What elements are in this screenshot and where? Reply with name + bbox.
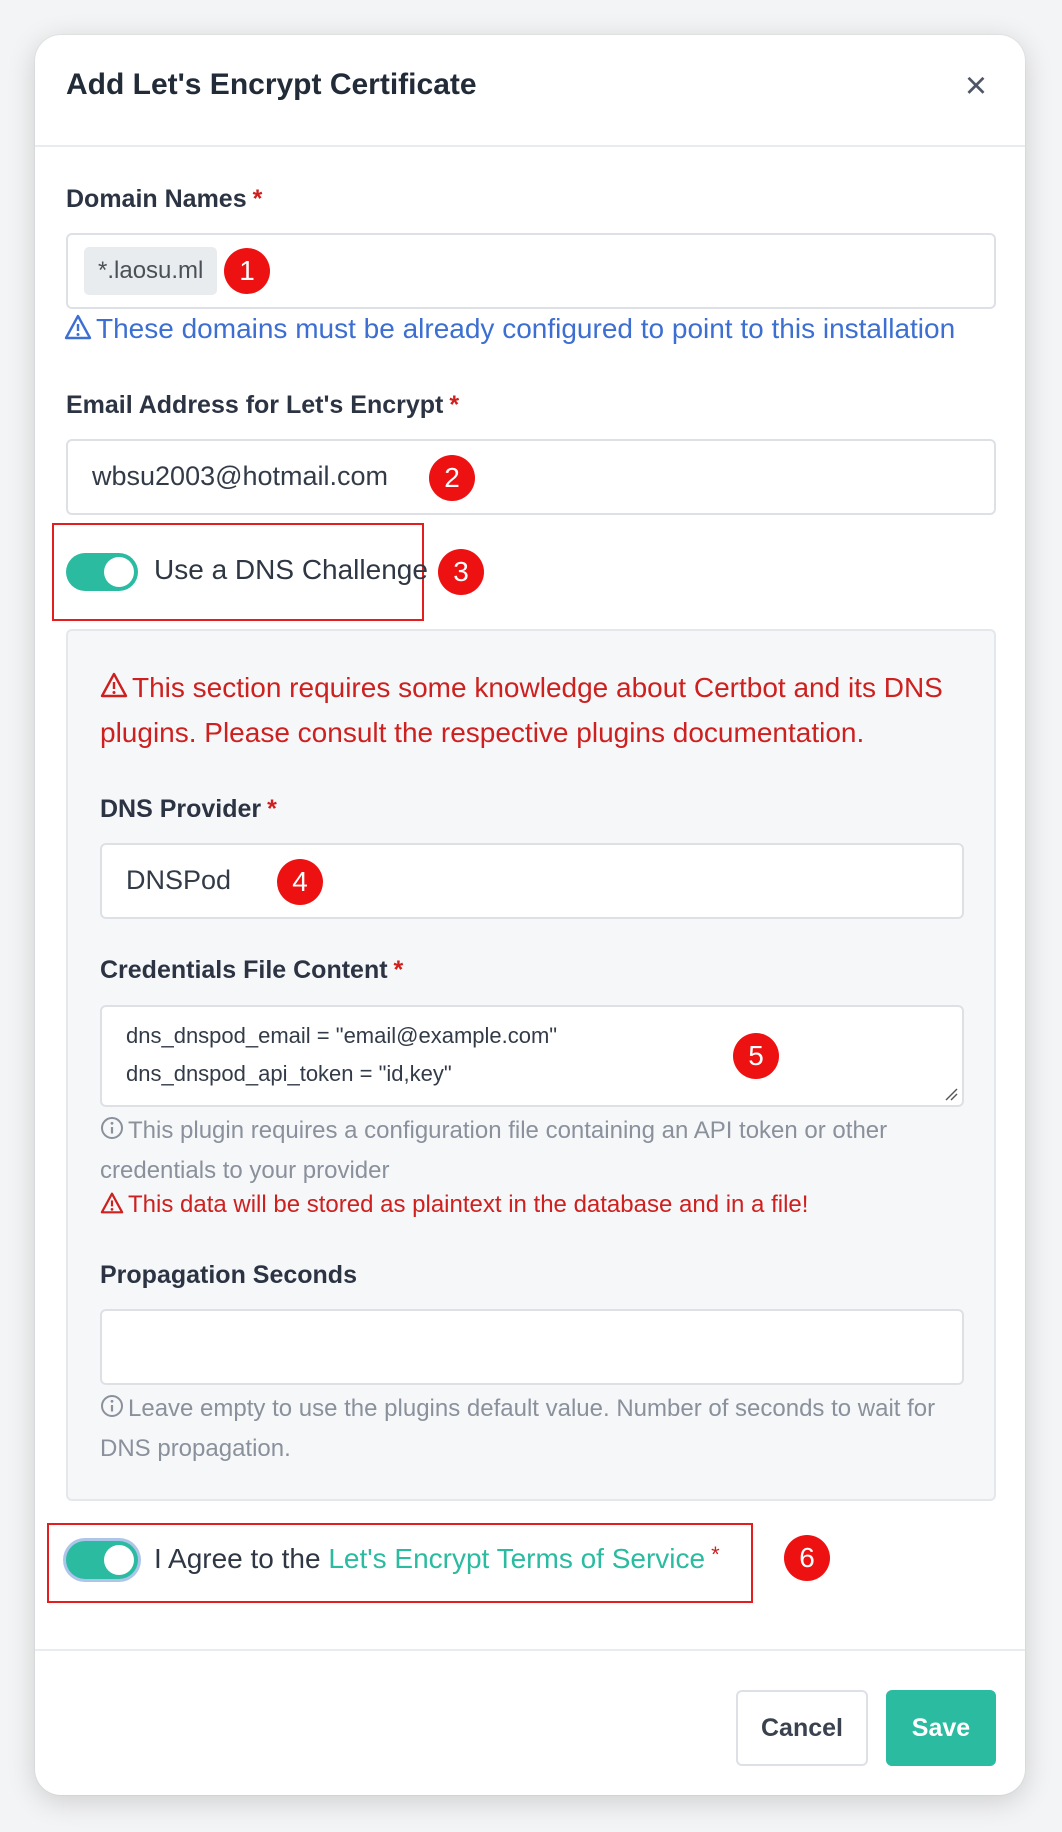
toggle-knob [104, 1545, 134, 1575]
domain-names-label-text: Domain Names [66, 185, 247, 213]
credentials-warning: This data will be stored as plaintext in… [100, 1191, 808, 1219]
required-marker: * [393, 956, 404, 984]
warning-triangle-icon [100, 1192, 124, 1214]
propagation-label: Propagation Seconds [100, 1261, 357, 1289]
required-marker: * [711, 1542, 720, 1567]
required-marker: * [449, 391, 460, 419]
info-circle-icon [100, 1116, 124, 1140]
dns-provider-value: DNSPod [126, 865, 232, 895]
propagation-seconds-input[interactable] [100, 1309, 964, 1385]
annotation-marker-4: 4 [277, 859, 323, 905]
domain-chip[interactable]: *.laosu.ml [84, 247, 218, 295]
warning-triangle-icon [100, 672, 128, 698]
credentials-help: This plugin requires a configuration fil… [100, 1111, 964, 1191]
credentials-label-text: Credentials File Content [100, 956, 388, 984]
domain-names-label: Domain Names * [66, 185, 262, 214]
email-value: wbsu2003@hotmail.com [92, 461, 389, 491]
annotation-marker-2: 2 [429, 455, 475, 501]
footer-divider [35, 1649, 1025, 1651]
email-label-text: Email Address for Let's Encrypt [66, 391, 444, 419]
email-label: Email Address for Let's Encrypt * [66, 391, 459, 420]
annotation-marker-1: 1 [224, 248, 270, 294]
agree-prefix: I Agree to the [154, 1543, 321, 1574]
annotation-marker-3: 3 [438, 549, 484, 595]
annotation-marker-5: 5 [733, 1033, 779, 1079]
dns-challenge-label: Use a DNS Challenge [154, 554, 428, 585]
warning-triangle-icon [64, 314, 92, 340]
toggle-knob [104, 557, 134, 587]
modal-title: Add Let's Encrypt Certificate [66, 68, 477, 101]
cancel-button[interactable]: Cancel [736, 1690, 868, 1766]
certificate-modal: Add Let's Encrypt Certificate × Domain N… [35, 35, 1025, 1795]
credentials-line-2: dns_dnspod_api_token = "id,key" [126, 1061, 452, 1086]
domain-names-input[interactable]: *.laosu.ml [66, 233, 996, 309]
resize-grip-icon[interactable] [944, 1087, 958, 1101]
dns-provider-label: DNS Provider * [100, 795, 277, 824]
domain-hint: These domains must be already configured… [64, 313, 955, 345]
credentials-label: Credentials File Content * [100, 956, 403, 985]
close-icon[interactable]: × [957, 67, 995, 107]
credentials-help-text: This plugin requires a configuration fil… [100, 1117, 888, 1184]
agree-label: I Agree to the Let's Encrypt Terms of Se… [154, 1542, 720, 1575]
propagation-help: Leave empty to use the plugins default v… [100, 1389, 964, 1469]
required-marker: * [252, 185, 263, 213]
dns-section-warning: This section requires some knowledge abo… [100, 665, 970, 755]
credentials-textarea[interactable]: dns_dnspod_email = "email@example.com" d… [100, 1005, 964, 1107]
credentials-warning-text: This data will be stored as plaintext in… [128, 1191, 809, 1218]
dns-challenge-section: This section requires some knowledge abo… [66, 629, 996, 1501]
required-marker: * [267, 795, 277, 823]
agree-terms-toggle[interactable] [66, 1541, 138, 1579]
save-button[interactable]: Save [886, 1690, 996, 1766]
domain-hint-text: These domains must be already configured… [96, 313, 956, 344]
dns-challenge-toggle[interactable] [66, 553, 138, 591]
info-circle-icon [100, 1394, 124, 1418]
modal-header: Add Let's Encrypt Certificate × [35, 35, 1025, 147]
propagation-help-text: Leave empty to use the plugins default v… [100, 1395, 936, 1462]
email-field[interactable]: wbsu2003@hotmail.com [66, 439, 996, 515]
dns-provider-select[interactable]: DNSPod [100, 843, 964, 919]
dns-provider-label-text: DNS Provider [100, 795, 262, 823]
credentials-line-1: dns_dnspod_email = "email@example.com" [126, 1023, 558, 1048]
terms-of-service-link[interactable]: Let's Encrypt Terms of Service [328, 1543, 705, 1574]
dns-section-warning-text: This section requires some knowledge abo… [100, 672, 943, 748]
annotation-marker-6: 6 [784, 1535, 830, 1581]
